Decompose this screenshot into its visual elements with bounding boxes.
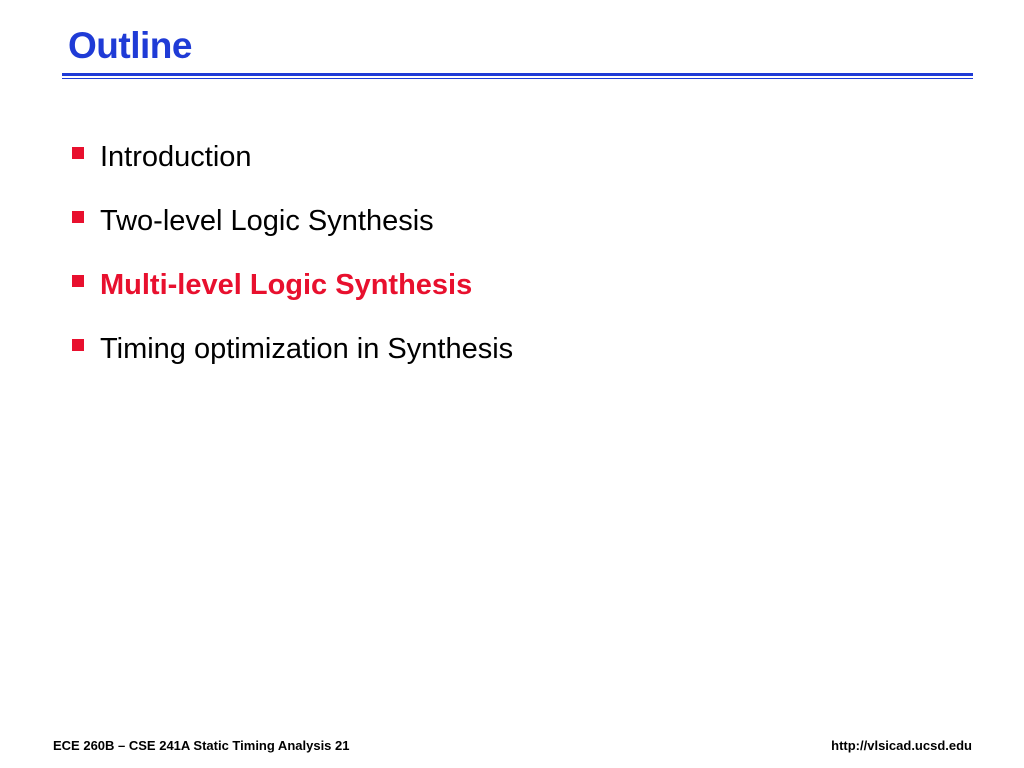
bullet-item-introduction: Introduction	[72, 137, 252, 177]
footer-url: http://vlsicad.ucsd.edu	[831, 738, 972, 753]
square-bullet-icon	[72, 275, 84, 287]
square-bullet-icon	[72, 339, 84, 351]
square-bullet-icon	[72, 147, 84, 159]
slide: Outline Introduction Two-level Logic Syn…	[0, 0, 1024, 768]
bullet-text: Introduction	[100, 141, 252, 173]
square-bullet-icon	[72, 211, 84, 223]
bullet-item-two-level-logic-synthesis: Two-level Logic Synthesis	[72, 201, 434, 241]
bullet-item-multi-level-logic-synthesis: Multi-level Logic Synthesis	[72, 265, 472, 305]
bullet-item-timing-optimization: Timing optimization in Synthesis	[72, 329, 513, 369]
footer-course-label: ECE 260B – CSE 241A Static Timing Analys…	[53, 738, 350, 753]
bullet-text-highlighted: Multi-level Logic Synthesis	[100, 269, 473, 301]
title-underline	[62, 73, 973, 79]
bullet-text: Timing optimization in Synthesis	[100, 333, 514, 365]
slide-title: Outline	[68, 25, 192, 66]
bullet-text: Two-level Logic Synthesis	[100, 205, 434, 237]
